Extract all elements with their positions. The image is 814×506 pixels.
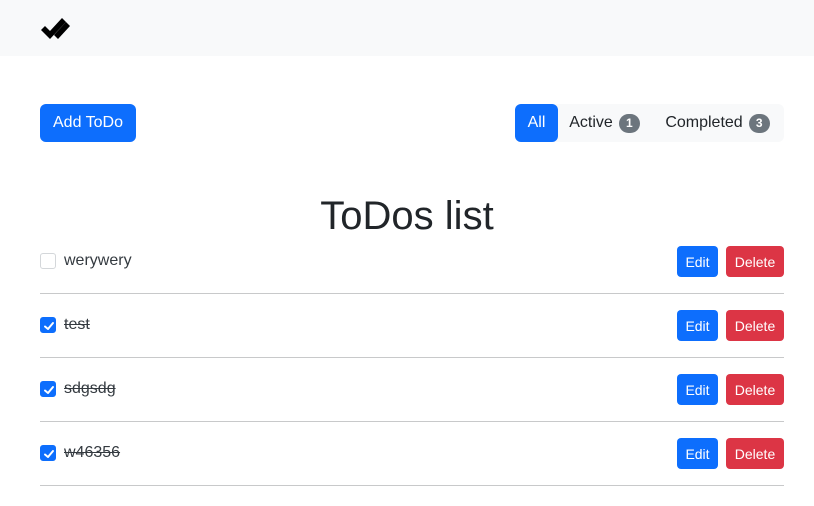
- completed-count-badge: 3: [748, 113, 770, 133]
- todo-checkbox[interactable]: [40, 381, 56, 397]
- todo-checkbox[interactable]: [40, 445, 56, 461]
- edit-button[interactable]: Edit: [677, 246, 718, 277]
- edit-button[interactable]: Edit: [677, 310, 718, 341]
- filter-active-button[interactable]: Active 1: [558, 104, 651, 142]
- active-count-badge: 1: [618, 113, 640, 133]
- todo-item: test Edit Delete: [40, 294, 784, 358]
- todo-list: werywery Edit Delete test Edit Delete sd…: [40, 230, 784, 486]
- filter-all-label: All: [527, 114, 546, 131]
- todo-text: werywery: [64, 252, 132, 269]
- todo-item: sdgsdg Edit Delete: [40, 358, 784, 422]
- edit-button[interactable]: Edit: [677, 374, 718, 405]
- delete-button[interactable]: Delete: [726, 374, 784, 405]
- delete-button[interactable]: Delete: [726, 246, 784, 277]
- checkmark-icon: [44, 450, 54, 458]
- filter-group: All Active 1 Completed 3: [515, 104, 784, 142]
- todo-item: w46356 Edit Delete: [40, 422, 784, 486]
- checkmark-icon: [44, 322, 54, 330]
- todo-checkbox[interactable]: [40, 253, 56, 269]
- filter-all-button[interactable]: All: [515, 104, 558, 142]
- filter-active-label: Active: [569, 114, 613, 131]
- todo-text: sdgsdg: [64, 380, 116, 397]
- todo-text: test: [64, 316, 90, 333]
- checkmark-icon: [44, 386, 54, 394]
- delete-button[interactable]: Delete: [726, 438, 784, 469]
- add-todo-button[interactable]: Add ToDo: [40, 104, 136, 142]
- edit-button[interactable]: Edit: [677, 438, 718, 469]
- todo-item: werywery Edit Delete: [40, 230, 784, 294]
- delete-button[interactable]: Delete: [726, 310, 784, 341]
- todo-checkbox[interactable]: [40, 317, 56, 333]
- navbar: [0, 0, 814, 56]
- filter-completed-label: Completed: [665, 114, 743, 131]
- double-check-icon[interactable]: [40, 16, 70, 40]
- filter-completed-button[interactable]: Completed 3: [651, 104, 784, 142]
- todo-text: w46356: [64, 444, 121, 461]
